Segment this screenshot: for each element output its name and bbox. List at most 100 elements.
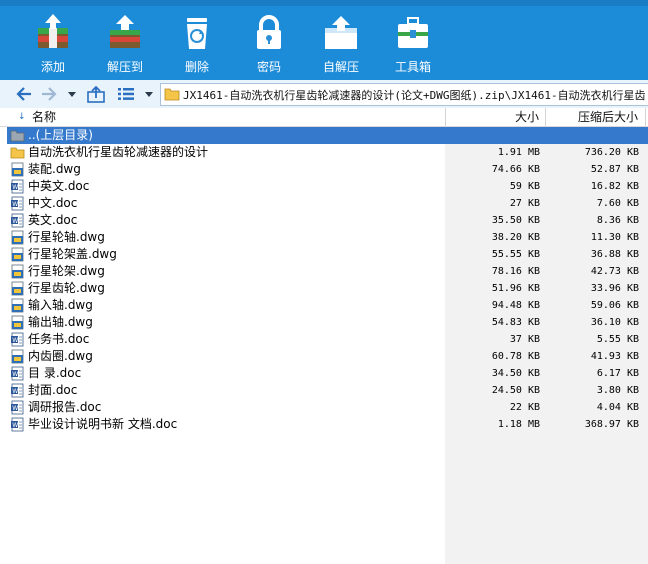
view-mode-dropdown[interactable] xyxy=(142,84,156,104)
file-size: 55.55 KB xyxy=(491,249,540,260)
address-field[interactable]: JX1461-自动洗衣机行星齿轮减速器的设计(论文+DWG图纸).zip\JX1… xyxy=(160,83,648,106)
lock-icon xyxy=(257,15,281,49)
file-name: 输入轴.dwg xyxy=(28,298,93,312)
file-name: 装配.dwg xyxy=(28,162,81,176)
file-name: 目 录.doc xyxy=(28,366,82,380)
file-name: 输出轴.dwg xyxy=(28,315,93,329)
file-compressed-size: 11.30 KB xyxy=(590,232,639,243)
password-label: 密码 xyxy=(256,60,281,74)
up-folder-button[interactable] xyxy=(84,84,108,104)
parent-directory-row[interactable]: ..(上层目录) xyxy=(7,127,648,144)
file-size: 34.50 KB xyxy=(491,368,540,379)
forward-button[interactable] xyxy=(38,84,60,104)
delete-button[interactable]: 删除 xyxy=(161,6,233,76)
chevron-down-icon xyxy=(68,92,76,97)
file-row[interactable]: W 中文.doc 27 KB 7.60 KB xyxy=(7,195,648,212)
file-row[interactable]: 行星轮轴.dwg 38.20 KB 11.30 KB xyxy=(7,229,648,246)
word-doc-icon: W xyxy=(11,417,24,432)
file-size: 78.16 KB xyxy=(491,266,540,277)
column-divider[interactable] xyxy=(645,108,646,126)
file-row[interactable]: 行星轮架.dwg 78.16 KB 42.73 KB xyxy=(7,263,648,280)
column-size[interactable]: 大小 xyxy=(446,108,539,126)
up-folder-icon xyxy=(87,85,105,103)
word-doc-icon: W xyxy=(11,383,24,398)
file-compressed-size: 52.87 KB xyxy=(590,164,639,175)
file-compressed-size: 368.97 KB xyxy=(584,419,639,430)
file-compressed-size: 7.60 KB xyxy=(596,198,639,209)
file-size: 51.96 KB xyxy=(491,283,540,294)
file-name: 内齿圈.dwg xyxy=(28,349,93,363)
file-row[interactable]: W 目 录.doc 34.50 KB 6.17 KB xyxy=(7,365,648,382)
file-compressed-size: 4.04 KB xyxy=(596,402,639,413)
dwg-file-icon xyxy=(11,315,24,330)
word-doc-icon: W xyxy=(11,366,24,381)
svg-text:W: W xyxy=(12,184,18,191)
folder-icon xyxy=(10,147,25,159)
file-size: 37 KB xyxy=(509,334,540,345)
self-extract-button[interactable]: 自解压 xyxy=(305,6,377,76)
svg-text:W: W xyxy=(12,422,18,429)
file-name: 中英文.doc xyxy=(28,179,90,193)
file-row[interactable]: W 中英文.doc 59 KB 16.82 KB xyxy=(7,178,648,195)
file-compressed-size: 59.06 KB xyxy=(590,300,639,311)
file-size: 59 KB xyxy=(509,181,540,192)
file-name: 自动洗衣机行星齿轮减速器的设计 xyxy=(28,145,209,159)
column-compressed-size[interactable]: 压缩后大小 xyxy=(546,108,638,126)
file-row[interactable]: W 调研报告.doc 22 KB 4.04 KB xyxy=(7,399,648,416)
file-size: 27 KB xyxy=(509,198,540,209)
history-dropdown[interactable] xyxy=(64,84,80,104)
file-row[interactable]: W 英文.doc 35.50 KB 8.36 KB xyxy=(7,212,648,229)
file-size: 38.20 KB xyxy=(491,232,540,243)
column-header: ↓ 名称 大小 压缩后大小 xyxy=(0,108,648,127)
folder-icon xyxy=(164,88,180,101)
file-row[interactable]: 行星轮架盖.dwg 55.55 KB 36.88 KB xyxy=(7,246,648,263)
file-name: 毕业设计说明书新 文档.doc xyxy=(28,417,178,431)
file-compressed-size: 41.93 KB xyxy=(590,351,639,362)
password-button[interactable]: 密码 xyxy=(233,6,305,76)
file-compressed-size: 3.80 KB xyxy=(596,385,639,396)
self-extract-label: 自解压 xyxy=(322,60,359,74)
word-doc-icon: W xyxy=(11,179,24,194)
add-button[interactable]: 添加 xyxy=(17,6,89,76)
main-toolbar: 添加 解压到 删除 密码 自解压 工具箱 xyxy=(0,0,648,80)
add-archive-icon xyxy=(38,14,68,48)
address-bar: JX1461-自动洗衣机行星齿轮减速器的设计(论文+DWG图纸).zip\JX1… xyxy=(0,80,648,109)
file-name: 封面.doc xyxy=(28,383,78,397)
file-row[interactable]: W 毕业设计说明书新 文档.doc 1.18 MB 368.97 KB xyxy=(7,416,648,433)
file-compressed-size: 36.10 KB xyxy=(590,317,639,328)
folder-row[interactable]: 自动洗衣机行星齿轮减速器的设计 1.91 MB 736.20 KB xyxy=(7,144,648,161)
word-doc-icon: W xyxy=(11,196,24,211)
file-row[interactable]: 输入轴.dwg 94.48 KB 59.06 KB xyxy=(7,297,648,314)
svg-text:W: W xyxy=(12,405,18,412)
extract-to-button[interactable]: 解压到 xyxy=(89,6,161,76)
dwg-file-icon xyxy=(11,349,24,364)
svg-text:W: W xyxy=(12,337,18,344)
file-name: 中文.doc xyxy=(28,196,78,210)
dwg-file-icon xyxy=(11,298,24,313)
file-row[interactable]: 行星齿轮.dwg 51.96 KB 33.96 KB xyxy=(7,280,648,297)
file-row[interactable]: 内齿圈.dwg 60.78 KB 41.93 KB xyxy=(7,348,648,365)
file-name: 任务书.doc xyxy=(28,332,90,346)
dwg-file-icon xyxy=(11,230,24,245)
toolbox-label: 工具箱 xyxy=(394,60,431,74)
back-button[interactable] xyxy=(12,84,36,104)
dwg-file-icon xyxy=(11,247,24,262)
file-row[interactable]: W 封面.doc 24.50 KB 3.80 KB xyxy=(7,382,648,399)
file-name: 行星轮轴.dwg xyxy=(28,230,105,244)
file-row[interactable]: 装配.dwg 74.66 KB 52.87 KB xyxy=(7,161,648,178)
toolbox-button[interactable]: 工具箱 xyxy=(377,6,449,76)
column-name[interactable]: 名称 xyxy=(32,108,56,126)
file-compressed-size: 16.82 KB xyxy=(590,181,639,192)
view-mode-button[interactable] xyxy=(114,84,138,104)
file-compressed-size: 736.20 KB xyxy=(584,147,639,158)
file-row[interactable]: W 任务书.doc 37 KB 5.55 KB xyxy=(7,331,648,348)
extract-to-icon xyxy=(110,15,140,48)
file-name: 行星齿轮.dwg xyxy=(28,281,105,295)
word-doc-icon: W xyxy=(11,400,24,415)
file-size: 74.66 KB xyxy=(491,164,540,175)
file-name: 行星轮架盖.dwg xyxy=(28,247,117,261)
file-row[interactable]: 输出轴.dwg 54.83 KB 36.10 KB xyxy=(7,314,648,331)
svg-text:W: W xyxy=(12,371,18,378)
add-label: 添加 xyxy=(40,60,65,74)
address-path: JX1461-自动洗衣机行星齿轮减速器的设计(论文+DWG图纸).zip\JX1… xyxy=(183,89,646,102)
